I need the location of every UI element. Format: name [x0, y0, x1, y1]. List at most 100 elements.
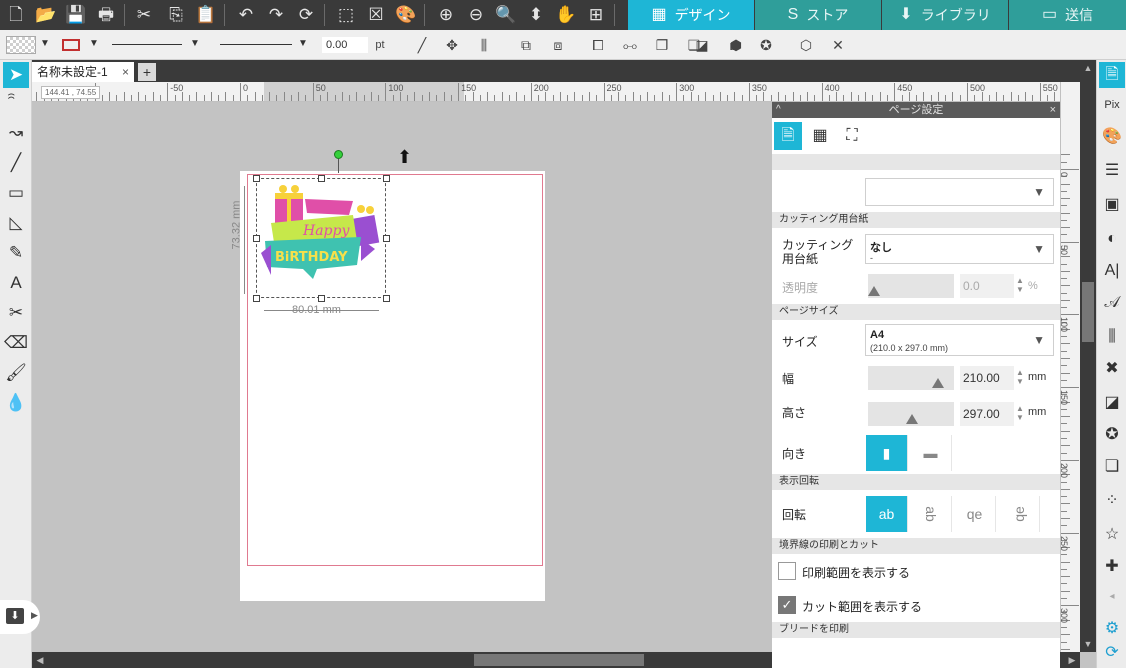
vertical-ruler[interactable]: 0 50 100 150 200 250 300 [1060, 82, 1080, 652]
cut-icon[interactable]: ✂ [132, 3, 156, 27]
page-size-select[interactable]: A4 (210.0 x 297.0 mm) ▼ [865, 324, 1054, 356]
pan-hand-icon[interactable]: ✋ [554, 3, 578, 27]
eraser-tool-icon[interactable]: ⌫ [3, 330, 29, 356]
mode-tab[interactable]: ⬇ ライブラリ [882, 0, 1008, 30]
print-icon[interactable]: 🖶 [94, 3, 118, 27]
zoom-in-icon[interactable]: ⊕ [434, 3, 458, 27]
zoom-out-icon[interactable]: ⊖ [464, 3, 488, 27]
shape-tool-icon[interactable]: ◺ [3, 210, 29, 236]
star-icon[interactable]: ✪ [754, 35, 778, 55]
copy-icon[interactable]: ⎘ [164, 3, 188, 27]
transparency-input[interactable]: 0.0 [960, 274, 1014, 298]
sync-icon[interactable]: ⟳ [1099, 640, 1125, 666]
horizontal-ruler[interactable]: -50 0 50 100 150 200 250 300 350 400 450 500 550 [32, 82, 1060, 102]
transparency-slider[interactable] [868, 274, 954, 298]
contrast-icon[interactable]: ◐ [1099, 226, 1125, 252]
3d-box-icon[interactable]: ⬡ [794, 35, 818, 55]
align-icon[interactable]: ⫼ [472, 35, 496, 55]
sketch-font-icon[interactable]: 𝒜 [1099, 290, 1125, 316]
drag-zoom-icon[interactable]: ⬍ [524, 3, 548, 27]
line-style-icon[interactable]: ╱ [410, 35, 434, 55]
zoom-area-icon[interactable]: 🔍 [494, 3, 518, 27]
select-by-color-icon[interactable]: 🎨 [394, 3, 418, 27]
page-tab-icon[interactable]: 🗎 [774, 122, 802, 150]
show-cut-area-checkbox[interactable]: ✓ [778, 596, 796, 614]
expand-left-icon[interactable]: ◂ [1099, 584, 1125, 610]
puzzle-icon[interactable]: ✚ [1099, 554, 1125, 580]
library-drawer-button[interactable]: ⬇ ▶ [0, 600, 40, 634]
landscape-icon[interactable]: ▬ [910, 435, 952, 471]
crop-marks-tab-icon[interactable]: ⛶ [838, 122, 866, 150]
scroll-up-icon[interactable]: ▲ [1081, 61, 1095, 75]
new-file-icon[interactable]: 🗋 [4, 3, 28, 27]
mode-tab[interactable]: ▭ 送信 [1009, 0, 1126, 30]
text-tool-icon[interactable]: A [3, 270, 29, 296]
dots-icon[interactable]: ⁘ [1099, 488, 1125, 514]
undo-icon[interactable]: ↶ [234, 3, 258, 27]
width-slider[interactable] [868, 366, 954, 390]
panel-title-bar[interactable]: ^ ページ設定 × [772, 102, 1060, 118]
pixscan-icon[interactable]: Pix [1099, 92, 1125, 118]
spinner-icon[interactable]: ▲ ▼ [1016, 404, 1024, 422]
vertical-scrollbar[interactable]: ▲ ▼ [1080, 60, 1096, 652]
move-up-arrow-icon[interactable]: ⬆ [397, 147, 412, 168]
select-arrow-icon[interactable]: ➤ [3, 62, 29, 88]
design-canvas[interactable]: ⬆ Happy BiRTHDAY 80.01 mm 73.32 mm [32, 102, 772, 652]
rectangle-tool-icon[interactable]: ▭ [3, 180, 29, 206]
collapse-panel-icon[interactable]: ^ [776, 102, 781, 118]
replicate-icon[interactable]: ✪ [1099, 422, 1125, 448]
move-icon[interactable]: ✥ [440, 35, 464, 55]
weld-icon[interactable]: ⬢ [724, 35, 748, 55]
scroll-right-icon[interactable]: ▶ [1065, 653, 1079, 667]
lasso-icon[interactable]: ꩰ [3, 90, 29, 116]
settings-icon[interactable]: ⚙ [1099, 616, 1125, 642]
paste-icon[interactable]: 📋 [194, 3, 218, 27]
close-panel-icon[interactable]: × [1050, 102, 1056, 118]
fit-page-icon[interactable]: ⊞ [584, 3, 608, 27]
spinner-icon[interactable]: ▲ ▼ [1016, 368, 1024, 386]
line-style-dropdown-arrow-icon[interactable]: ▼ [190, 38, 200, 49]
fill-color-icon[interactable]: 🎨 [1099, 124, 1125, 150]
fill-pattern-swatch[interactable] [6, 36, 36, 54]
add-tab-button[interactable]: + [138, 63, 156, 81]
rotate-handle[interactable] [334, 150, 343, 159]
slider-knob[interactable] [932, 378, 944, 388]
selected-artwork[interactable]: ⬆ Happy BiRTHDAY [253, 147, 412, 302]
image-effects-icon[interactable]: ▣ [1099, 192, 1125, 218]
line-style-panel-icon[interactable]: ☰ [1099, 158, 1125, 184]
bring-front-icon[interactable]: ❐ [650, 35, 674, 55]
line-width-sample[interactable] [220, 44, 292, 45]
width-input[interactable]: 210.00 [960, 366, 1014, 390]
fill-dropdown-arrow-icon[interactable]: ▼ [40, 38, 50, 49]
grid-tab-icon[interactable]: ▦ [806, 122, 834, 150]
deselect-icon[interactable]: ☒ [364, 3, 388, 27]
knife-tool-icon[interactable]: ✂ [3, 300, 29, 326]
rotate-0-icon[interactable]: ab [866, 496, 908, 532]
line-tool-icon[interactable]: ╱ [3, 150, 29, 176]
group-icon[interactable]: ⧉ [514, 35, 538, 55]
layers-icon[interactable]: ❏ [1099, 454, 1125, 480]
mode-tab[interactable]: ▦ デザイン [628, 0, 754, 30]
line-width-input[interactable]: 0.00 [322, 37, 368, 53]
machine-select[interactable]: ▼ [865, 178, 1054, 206]
close-tab-icon[interactable]: × [122, 62, 129, 82]
rotate-270-icon[interactable]: qe [998, 496, 1040, 532]
offset-icon[interactable]: ◪ [690, 35, 714, 55]
portrait-icon[interactable]: ▮ [866, 435, 908, 471]
offset-panel-icon[interactable]: ◪ [1099, 390, 1125, 416]
open-folder-icon[interactable]: 📂 [34, 3, 58, 27]
slider-knob[interactable] [868, 286, 880, 296]
align-panel-icon[interactable]: ⫼ [1099, 324, 1125, 350]
close-icon[interactable]: ✕ [826, 35, 850, 55]
height-input[interactable]: 297.00 [960, 402, 1014, 426]
star-outline-icon[interactable]: ☆ [1099, 522, 1125, 548]
rotate-180-icon[interactable]: qe [954, 496, 996, 532]
horizontal-scroll-thumb[interactable] [474, 654, 644, 666]
select-all-icon[interactable]: ⬚ [334, 3, 358, 27]
redo-icon[interactable]: ↷ [264, 3, 288, 27]
height-slider[interactable] [868, 402, 954, 426]
mat-select[interactable]: なし - ▼ [865, 234, 1054, 264]
slider-knob[interactable] [906, 414, 918, 424]
compound-path-icon[interactable]: ⧠ [586, 35, 610, 55]
transform-icon[interactable]: ✖ [1099, 356, 1125, 382]
